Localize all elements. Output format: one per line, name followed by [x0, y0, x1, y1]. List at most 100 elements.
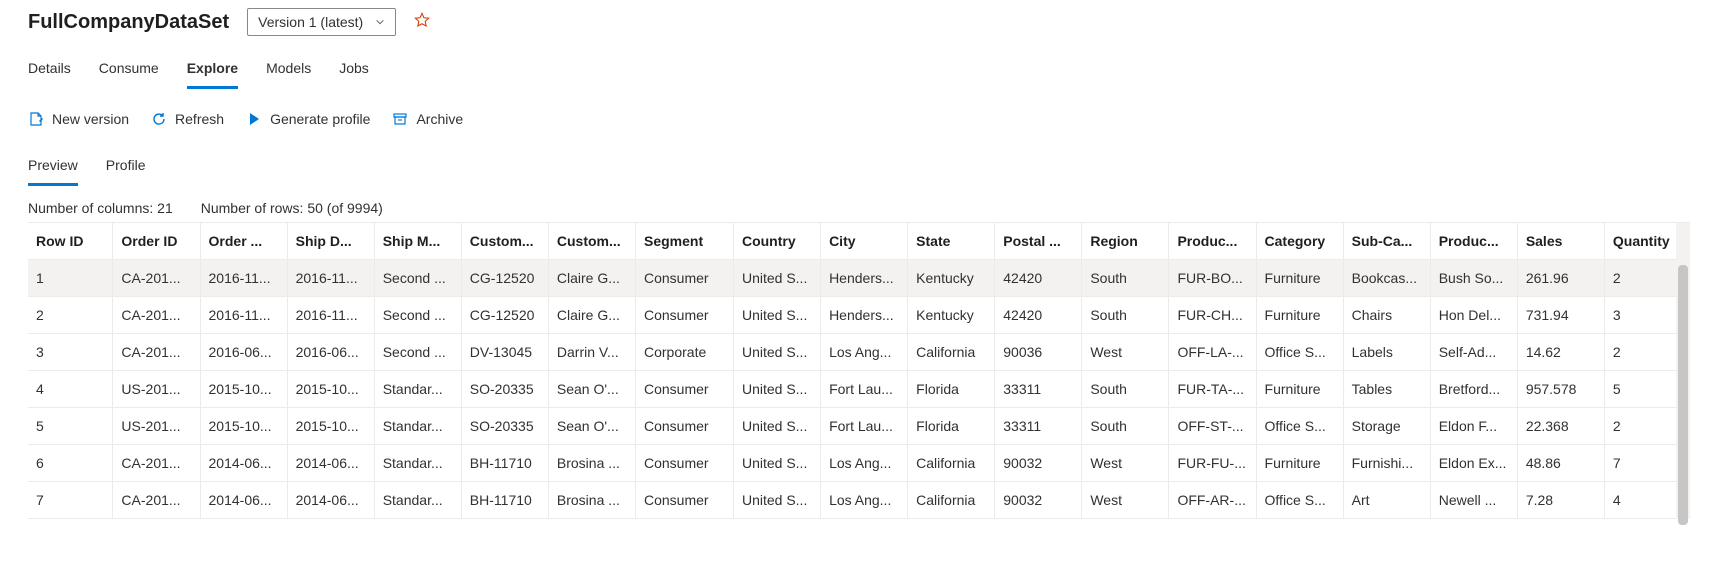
- column-header[interactable]: Ship D...: [287, 223, 374, 260]
- table-row[interactable]: 2CA-201...2016-11...2016-11...Second ...…: [28, 297, 1690, 334]
- tab-jobs[interactable]: Jobs: [339, 52, 369, 89]
- rows-count: Number of rows: 50 (of 9994): [201, 200, 383, 216]
- table-cell: Claire G...: [548, 260, 635, 297]
- column-header[interactable]: Order ID: [113, 223, 200, 260]
- refresh-button[interactable]: Refresh: [151, 111, 224, 127]
- table-cell: 14.62: [1517, 334, 1604, 371]
- star-icon[interactable]: [414, 12, 430, 33]
- sub-tabs: Preview Profile: [28, 151, 1690, 186]
- column-header[interactable]: Segment: [635, 223, 733, 260]
- table-cell: 2016-11...: [287, 297, 374, 334]
- table-cell: CA-201...: [113, 334, 200, 371]
- table-cell: Florida: [908, 408, 995, 445]
- table-cell: 42420: [995, 297, 1082, 334]
- version-dropdown[interactable]: Version 1 (latest): [247, 8, 396, 36]
- table-cell: United S...: [733, 371, 820, 408]
- table-cell: 261.96: [1517, 260, 1604, 297]
- table-cell: Kentucky: [908, 297, 995, 334]
- scrollbar-track[interactable]: [1676, 223, 1690, 519]
- archive-button[interactable]: Archive: [392, 111, 463, 127]
- table-cell: Furniture: [1256, 297, 1343, 334]
- table-cell: United S...: [733, 260, 820, 297]
- table-cell: United S...: [733, 297, 820, 334]
- table-cell: 2014-06...: [287, 445, 374, 482]
- table-cell: United S...: [733, 445, 820, 482]
- table-cell: Brosina ...: [548, 482, 635, 519]
- table-cell: Darrin V...: [548, 334, 635, 371]
- new-version-label: New version: [52, 111, 129, 127]
- version-label: Version 1 (latest): [258, 14, 363, 30]
- column-header[interactable]: Category: [1256, 223, 1343, 260]
- table-cell: Consumer: [635, 482, 733, 519]
- table-cell: SO-20335: [461, 408, 548, 445]
- archive-label: Archive: [416, 111, 463, 127]
- column-header[interactable]: City: [821, 223, 908, 260]
- table-cell: OFF-AR-...: [1169, 482, 1256, 519]
- column-header[interactable]: Sales: [1517, 223, 1604, 260]
- table-cell: 7: [28, 482, 113, 519]
- table-cell: California: [908, 482, 995, 519]
- new-version-button[interactable]: New version: [28, 111, 129, 127]
- table-cell: 22.368: [1517, 408, 1604, 445]
- table-row[interactable]: 3CA-201...2016-06...2016-06...Second ...…: [28, 334, 1690, 371]
- table-cell: 90032: [995, 482, 1082, 519]
- header-row: FullCompanyDataSet Version 1 (latest): [28, 4, 1690, 46]
- table-cell: 90036: [995, 334, 1082, 371]
- archive-icon: [392, 111, 408, 127]
- table-row[interactable]: 4US-201...2015-10...2015-10...Standar...…: [28, 371, 1690, 408]
- tab-explore[interactable]: Explore: [187, 52, 238, 89]
- refresh-label: Refresh: [175, 111, 224, 127]
- tab-consume[interactable]: Consume: [99, 52, 159, 89]
- table-cell: California: [908, 445, 995, 482]
- table-row[interactable]: 5US-201...2015-10...2015-10...Standar...…: [28, 408, 1690, 445]
- table-cell: 4: [28, 371, 113, 408]
- column-header[interactable]: Country: [733, 223, 820, 260]
- table-cell: FUR-FU-...: [1169, 445, 1256, 482]
- subtab-profile[interactable]: Profile: [106, 151, 146, 186]
- column-header[interactable]: Row ID: [28, 223, 113, 260]
- table-cell: Second ...: [374, 334, 461, 371]
- table-cell: Hon Del...: [1430, 297, 1517, 334]
- table-cell: BH-11710: [461, 482, 548, 519]
- table-cell: 2016-06...: [200, 334, 287, 371]
- table-cell: United S...: [733, 408, 820, 445]
- table-cell: 2015-10...: [200, 408, 287, 445]
- column-header[interactable]: Produc...: [1169, 223, 1256, 260]
- page-title: FullCompanyDataSet: [28, 11, 229, 34]
- subtab-preview[interactable]: Preview: [28, 151, 78, 186]
- table-cell: Fort Lau...: [821, 371, 908, 408]
- table-cell: Consumer: [635, 445, 733, 482]
- table-cell: 2015-10...: [287, 371, 374, 408]
- table-cell: 33311: [995, 371, 1082, 408]
- table-cell: Consumer: [635, 260, 733, 297]
- chevron-down-icon: [375, 17, 385, 27]
- table-cell: 731.94: [1517, 297, 1604, 334]
- column-header[interactable]: Postal ...: [995, 223, 1082, 260]
- scrollbar-thumb[interactable]: [1678, 265, 1688, 525]
- table-cell: 2014-06...: [200, 482, 287, 519]
- column-header[interactable]: Custom...: [461, 223, 548, 260]
- column-header[interactable]: State: [908, 223, 995, 260]
- table-cell: South: [1082, 297, 1169, 334]
- table-cell: Second ...: [374, 297, 461, 334]
- table-cell: California: [908, 334, 995, 371]
- column-header[interactable]: Sub-Ca...: [1343, 223, 1430, 260]
- column-header[interactable]: Region: [1082, 223, 1169, 260]
- generate-profile-button[interactable]: Generate profile: [246, 111, 370, 127]
- tab-models[interactable]: Models: [266, 52, 311, 89]
- table-cell: Art: [1343, 482, 1430, 519]
- table-cell: West: [1082, 334, 1169, 371]
- table-row[interactable]: 1CA-201...2016-11...2016-11...Second ...…: [28, 260, 1690, 297]
- column-header[interactable]: Produc...: [1430, 223, 1517, 260]
- table-row[interactable]: 6CA-201...2014-06...2014-06...Standar...…: [28, 445, 1690, 482]
- table-cell: South: [1082, 260, 1169, 297]
- table-cell: SO-20335: [461, 371, 548, 408]
- column-header[interactable]: Custom...: [548, 223, 635, 260]
- tab-details[interactable]: Details: [28, 52, 71, 89]
- table-cell: CG-12520: [461, 297, 548, 334]
- table-body: 1CA-201...2016-11...2016-11...Second ...…: [28, 260, 1690, 519]
- table-cell: Bretford...: [1430, 371, 1517, 408]
- column-header[interactable]: Ship M...: [374, 223, 461, 260]
- column-header[interactable]: Order ...: [200, 223, 287, 260]
- table-row[interactable]: 7CA-201...2014-06...2014-06...Standar...…: [28, 482, 1690, 519]
